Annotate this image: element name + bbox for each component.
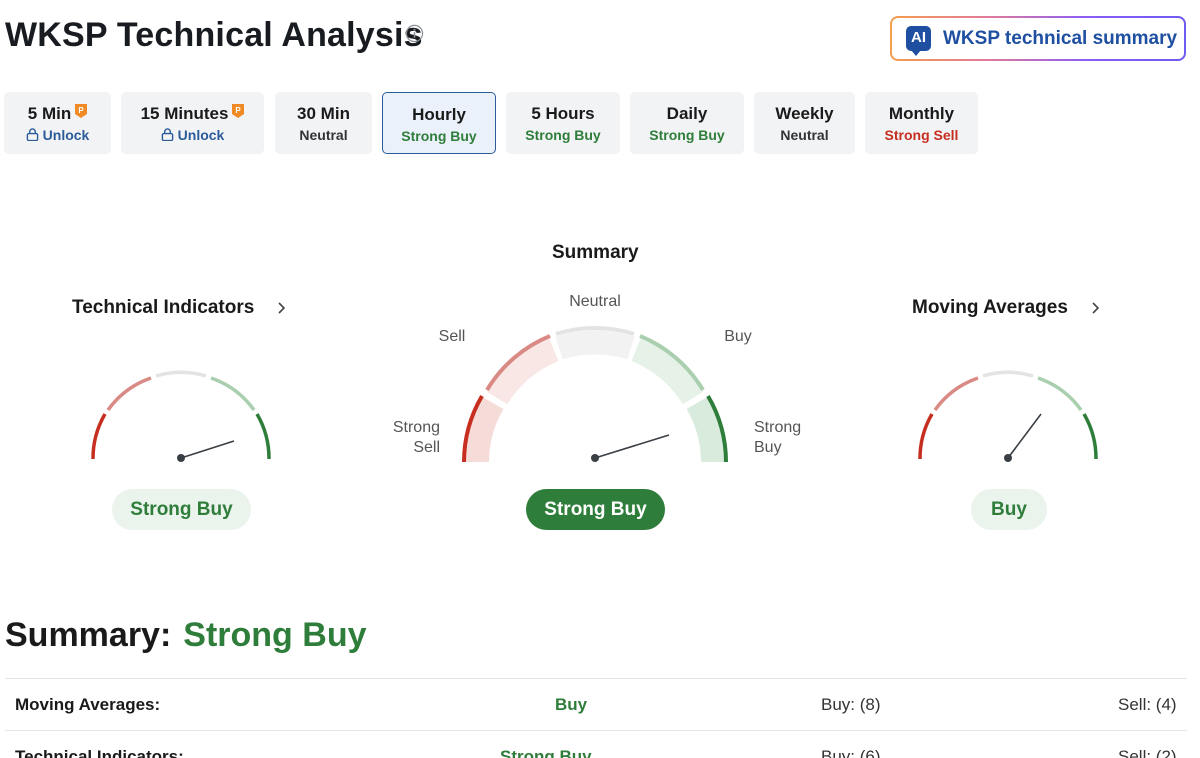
unlock-link[interactable]: Unlock xyxy=(178,127,225,143)
gauge-label-neutral: Neutral xyxy=(569,293,621,310)
chevron-right-icon[interactable] xyxy=(1089,301,1101,315)
pro-icon: P xyxy=(75,104,88,118)
tab-daily[interactable]: Daily Strong Buy xyxy=(630,92,744,154)
tab-label: Monthly xyxy=(888,104,955,123)
svg-text:P: P xyxy=(236,106,242,115)
tab-30-min[interactable]: 30 Min Neutral xyxy=(275,92,372,154)
summary-gauge-title: Summary xyxy=(552,242,639,263)
tab-label: 15 Minutes xyxy=(140,104,229,123)
tab-status: Strong Buy xyxy=(649,127,725,143)
summary-heading: Summary: Strong Buy xyxy=(5,616,367,655)
row-buy-count: Buy: (6) xyxy=(821,747,881,758)
tab-label: Weekly xyxy=(775,104,834,123)
technical-indicators-title[interactable]: Technical Indicators xyxy=(72,297,254,319)
svg-text:P: P xyxy=(79,106,85,115)
gauge-label-strong-sell: Strong Sell xyxy=(392,419,440,456)
tab-5-hours[interactable]: 5 Hours Strong Buy xyxy=(506,92,620,154)
chevron-right-icon[interactable] xyxy=(275,301,287,315)
tab-5-min[interactable]: 5 Min P Unlock xyxy=(4,92,111,154)
row-sell-count: Sell: (2) xyxy=(1118,747,1177,758)
table-row: Moving Averages: Buy Buy: (8) Sell: (4) xyxy=(5,678,1187,730)
summary-gauge-result: Strong Buy xyxy=(526,489,665,530)
ai-icon: AI xyxy=(906,26,931,56)
ai-technical-summary-button[interactable]: AI WKSP technical summary xyxy=(890,16,1186,61)
row-action: Strong Buy xyxy=(500,747,592,758)
moving-averages-gauge xyxy=(918,370,1098,462)
row-buy-count: Buy: (8) xyxy=(821,695,881,714)
technical-indicators-result: Strong Buy xyxy=(112,489,251,530)
summary-label: Summary: xyxy=(5,616,172,654)
tab-status: Neutral xyxy=(780,127,829,143)
row-action: Buy xyxy=(555,695,588,714)
ai-button-label: WKSP technical summary xyxy=(943,27,1178,49)
tab-hourly[interactable]: Hourly Strong Buy xyxy=(382,92,496,154)
tab-15-minutes[interactable]: 15 Minutes P Unlock xyxy=(121,92,264,154)
info-icon[interactable] xyxy=(405,24,424,43)
lock-icon xyxy=(26,128,38,141)
tab-weekly[interactable]: Weekly Neutral xyxy=(754,92,855,154)
pro-icon: P xyxy=(232,104,245,118)
tab-label: 5 Hours xyxy=(531,104,595,123)
tab-label: 5 Min xyxy=(27,104,72,123)
summary-value: Strong Buy xyxy=(183,616,367,654)
table-row: Technical Indicators: Strong Buy Buy: (6… xyxy=(5,730,1187,758)
tab-status: Strong Buy xyxy=(525,127,601,143)
tab-label: 30 Min xyxy=(297,104,350,123)
tab-status: Strong Sell xyxy=(884,127,959,143)
row-sell-count: Sell: (4) xyxy=(1118,695,1177,714)
gauge-label-strong-buy: Strong Buy xyxy=(754,419,802,456)
row-name: Moving Averages: xyxy=(15,695,161,714)
page-title: WKSP Technical Analysis xyxy=(5,16,423,54)
summary-gauge xyxy=(462,326,728,463)
unlock-link[interactable]: Unlock xyxy=(43,127,90,143)
tab-status: Strong Buy xyxy=(401,128,477,144)
row-name: Technical Indicators: xyxy=(15,747,184,758)
tab-monthly[interactable]: Monthly Strong Sell xyxy=(865,92,978,154)
technical-indicators-gauge xyxy=(91,370,271,462)
lock-icon xyxy=(161,128,173,141)
tab-status: Neutral xyxy=(299,127,348,143)
moving-averages-result: Buy xyxy=(971,489,1047,530)
tab-label: Daily xyxy=(666,104,708,123)
tab-label: Hourly xyxy=(412,105,466,124)
moving-averages-title[interactable]: Moving Averages xyxy=(912,297,1068,319)
